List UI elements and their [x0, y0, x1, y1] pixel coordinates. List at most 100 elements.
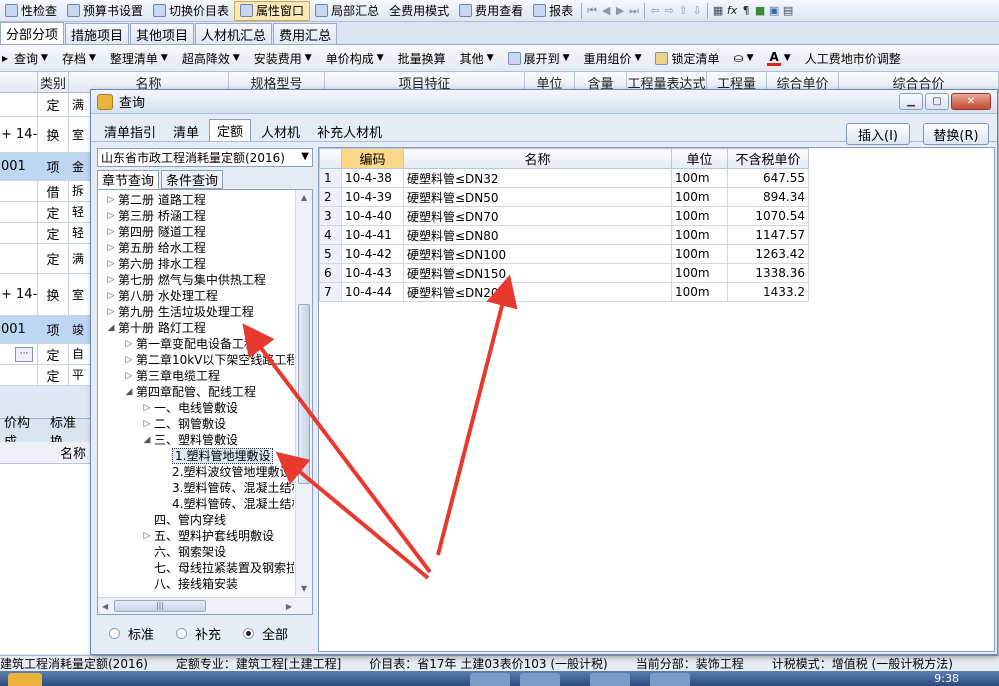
cube-icon[interactable]: ■ — [753, 4, 767, 17]
expand-arrow-icon[interactable]: ▷ — [142, 416, 152, 432]
taskbar-app[interactable] — [470, 673, 510, 686]
expand-arrow-icon[interactable]: ▷ — [142, 400, 152, 416]
table-row[interactable]: 定轻 — [0, 202, 92, 223]
scroll-down-icon[interactable]: ▼ — [301, 584, 307, 593]
tree-node[interactable]: 4.塑料管砖、混凝土结构明配 — [98, 496, 294, 512]
over-height-menu[interactable]: 超高降效 ▼ — [175, 50, 247, 67]
tree-node[interactable]: ▷ 二、钢管敷设 — [98, 416, 294, 432]
save-menu[interactable]: 存档 ▼ — [55, 50, 103, 67]
radio-standard[interactable]: 标准 — [109, 624, 154, 643]
paragraph-icon[interactable]: ¶ — [739, 4, 753, 17]
tree-node[interactable]: ▷ 五、塑料护套线明敷设 — [98, 528, 294, 544]
expand-arrow-icon[interactable]: ▷ — [106, 272, 116, 288]
collapse-arrow-icon[interactable]: ◢ — [124, 384, 134, 400]
first-page-icon[interactable]: ⏮ — [585, 4, 599, 18]
scroll-left-icon[interactable]: ◀ — [102, 602, 108, 611]
toolbar-property-window[interactable]: 属性窗口 — [234, 0, 311, 21]
replace-button[interactable]: 替换(R) — [923, 123, 989, 145]
tree-node[interactable]: 七、母线拉紧装置及钢索拉紧装置制作 — [98, 560, 294, 576]
taskbar-app[interactable] — [520, 673, 560, 686]
taskbar-app[interactable] — [650, 673, 690, 686]
taskbar-app[interactable] — [590, 673, 630, 686]
scroll-right-icon[interactable]: ▶ — [286, 602, 292, 611]
tree-node[interactable]: ▷ 第七册 燃气与集中供热工程 — [98, 272, 294, 288]
tab-fee-summary[interactable]: 费用汇总 — [273, 23, 338, 44]
expand-to-menu[interactable]: 展开到 ▼ — [501, 50, 577, 67]
formula-icon[interactable]: fx — [725, 4, 739, 17]
labor-price-adjust-button[interactable]: 人工费地市价调整 — [798, 50, 908, 67]
expand-arrow-icon[interactable]: ▷ — [124, 352, 134, 368]
table-row[interactable]: 定满 — [0, 93, 92, 117]
tree-node[interactable]: ▷ 第二章10kV以下架空线路工程 — [98, 352, 294, 368]
toolbar-switch-price-list[interactable]: 切换价目表 — [148, 1, 234, 21]
table-row[interactable]: ··· 定自 — [0, 344, 92, 365]
toolbar-check[interactable]: 性检查 — [0, 1, 62, 21]
scroll-thumb[interactable]: ||| — [114, 600, 206, 612]
insert-button[interactable]: 插入(I) — [846, 123, 910, 145]
table-row[interactable]: 借拆 — [0, 181, 92, 202]
tree-node[interactable]: ▷ 第一章变配电设备工程 — [98, 336, 294, 352]
tree-node[interactable]: ▷ 第三册 桥涵工程 — [98, 208, 294, 224]
tree-node[interactable]: 八、接线箱安装 — [98, 576, 294, 592]
expand-arrow-icon[interactable]: ▷ — [124, 336, 134, 352]
tab-chapter-query[interactable]: 章节查询 — [97, 170, 160, 189]
tree-node[interactable]: 四、管内穿线 — [98, 512, 294, 528]
table-row[interactable]: 4 10-4-41 硬塑料管≤DN80 100m 1147.57 — [319, 225, 809, 245]
fill-color-button[interactable]: ⛀ ▼ — [727, 51, 761, 65]
lock-list-button[interactable]: 锁定清单 — [648, 50, 726, 67]
install-fee-menu[interactable]: 安装费用 ▼ — [247, 50, 319, 67]
tree-node[interactable]: ▷ 第三章电缆工程 — [98, 368, 294, 384]
table-row[interactable]: 3 10-4-40 硬塑料管≤DN70 100m 1070.54 — [319, 206, 809, 226]
tab-labor-material-summary[interactable]: 人材机汇总 — [195, 23, 273, 44]
expand-arrow-icon[interactable]: ▷ — [124, 368, 134, 384]
table-row[interactable]: 6 10-4-43 硬塑料管≤DN150 100m 1338.36 — [319, 263, 809, 283]
expand-arrow-icon[interactable]: ▷ — [106, 224, 116, 240]
minimize-button[interactable]: ▁ — [899, 93, 923, 110]
last-page-icon[interactable]: ⏭ — [627, 4, 641, 18]
toolbar-full-fee-mode[interactable]: 全费用模式 — [384, 1, 454, 21]
table-row[interactable]: 定满 — [0, 244, 92, 274]
unit-composition-menu[interactable]: 单价构成 ▼ — [319, 50, 391, 67]
quota-library-select[interactable]: 山东省市政工程消耗量定额(2016) ▼ — [97, 148, 313, 167]
tree-node[interactable]: ▷ 第八册 水处理工程 — [98, 288, 294, 304]
tab-list[interactable]: 清单 — [166, 121, 206, 141]
tree-node[interactable]: 1.塑料管地埋敷设 — [98, 448, 294, 464]
toolbar-local-summary[interactable]: 局部汇总 — [310, 1, 384, 21]
grid-header-type[interactable]: 类别 — [38, 72, 69, 92]
expand-arrow-icon[interactable]: ▷ — [106, 192, 116, 208]
tree-node[interactable]: ▷ 一、电线管敷设 — [98, 400, 294, 416]
header-code[interactable]: 编码 — [341, 148, 404, 169]
table-row[interactable]: 定轻 — [0, 223, 92, 244]
table-row[interactable]: 5 10-4-42 硬塑料管≤DN100 100m 1263.42 — [319, 244, 809, 264]
table-row[interactable]: + 14- 换室 — [0, 274, 92, 316]
close-button[interactable]: ✕ — [951, 93, 991, 110]
expand-arrow-icon[interactable]: ▷ — [106, 240, 116, 256]
move-up-icon[interactable]: ⇧ — [676, 4, 690, 17]
expand-arrow-icon[interactable]: ▷ — [142, 528, 152, 544]
move-left-icon[interactable]: ⇦ — [648, 4, 662, 17]
reuse-price-menu[interactable]: 重用组价 ▼ — [577, 50, 649, 67]
tab-list-guide[interactable]: 清单指引 — [97, 121, 163, 141]
tree-node[interactable]: ◢ 第十册 路灯工程 — [98, 320, 294, 336]
tree-node[interactable]: ▷ 第九册 生活垃圾处理工程 — [98, 304, 294, 320]
tree-node[interactable]: ▷ 第二册 道路工程 — [98, 192, 294, 208]
tree-node[interactable]: ▷ 第四册 隧道工程 — [98, 224, 294, 240]
header-name[interactable]: 名称 — [403, 148, 672, 169]
dialog-titlebar[interactable]: 查询 ▁ ▢ ✕ — [91, 90, 997, 114]
move-right-icon[interactable]: ⇨ — [662, 4, 676, 17]
batch-convert-button[interactable]: 批量换算 — [391, 50, 453, 67]
header-price[interactable]: 不含税单价 — [727, 148, 809, 169]
tree-horizontal-scrollbar[interactable]: ◀ ||| ▶ — [98, 597, 312, 614]
other-menu[interactable]: 其他 ▼ — [453, 50, 501, 67]
table-row[interactable]: 定平 — [0, 365, 92, 386]
expand-arrow-icon[interactable]: ▷ — [106, 288, 116, 304]
next-icon[interactable]: ▶ — [613, 4, 627, 17]
tree-node[interactable]: 3.塑料管砖、混凝土结构暗配 — [98, 480, 294, 496]
image-icon[interactable]: ▣ — [767, 4, 781, 17]
scroll-up-icon[interactable]: ▲ — [301, 193, 307, 202]
toolbar-report[interactable]: 报表 — [528, 1, 578, 21]
move-down-icon[interactable]: ⇩ — [690, 4, 704, 17]
table-row[interactable]: + 14- 换室 — [0, 117, 92, 153]
table-row[interactable]: 1 10-4-38 硬塑料管≤DN32 100m 647.55 — [319, 168, 809, 188]
tab-labor-material[interactable]: 人材机 — [254, 121, 307, 141]
